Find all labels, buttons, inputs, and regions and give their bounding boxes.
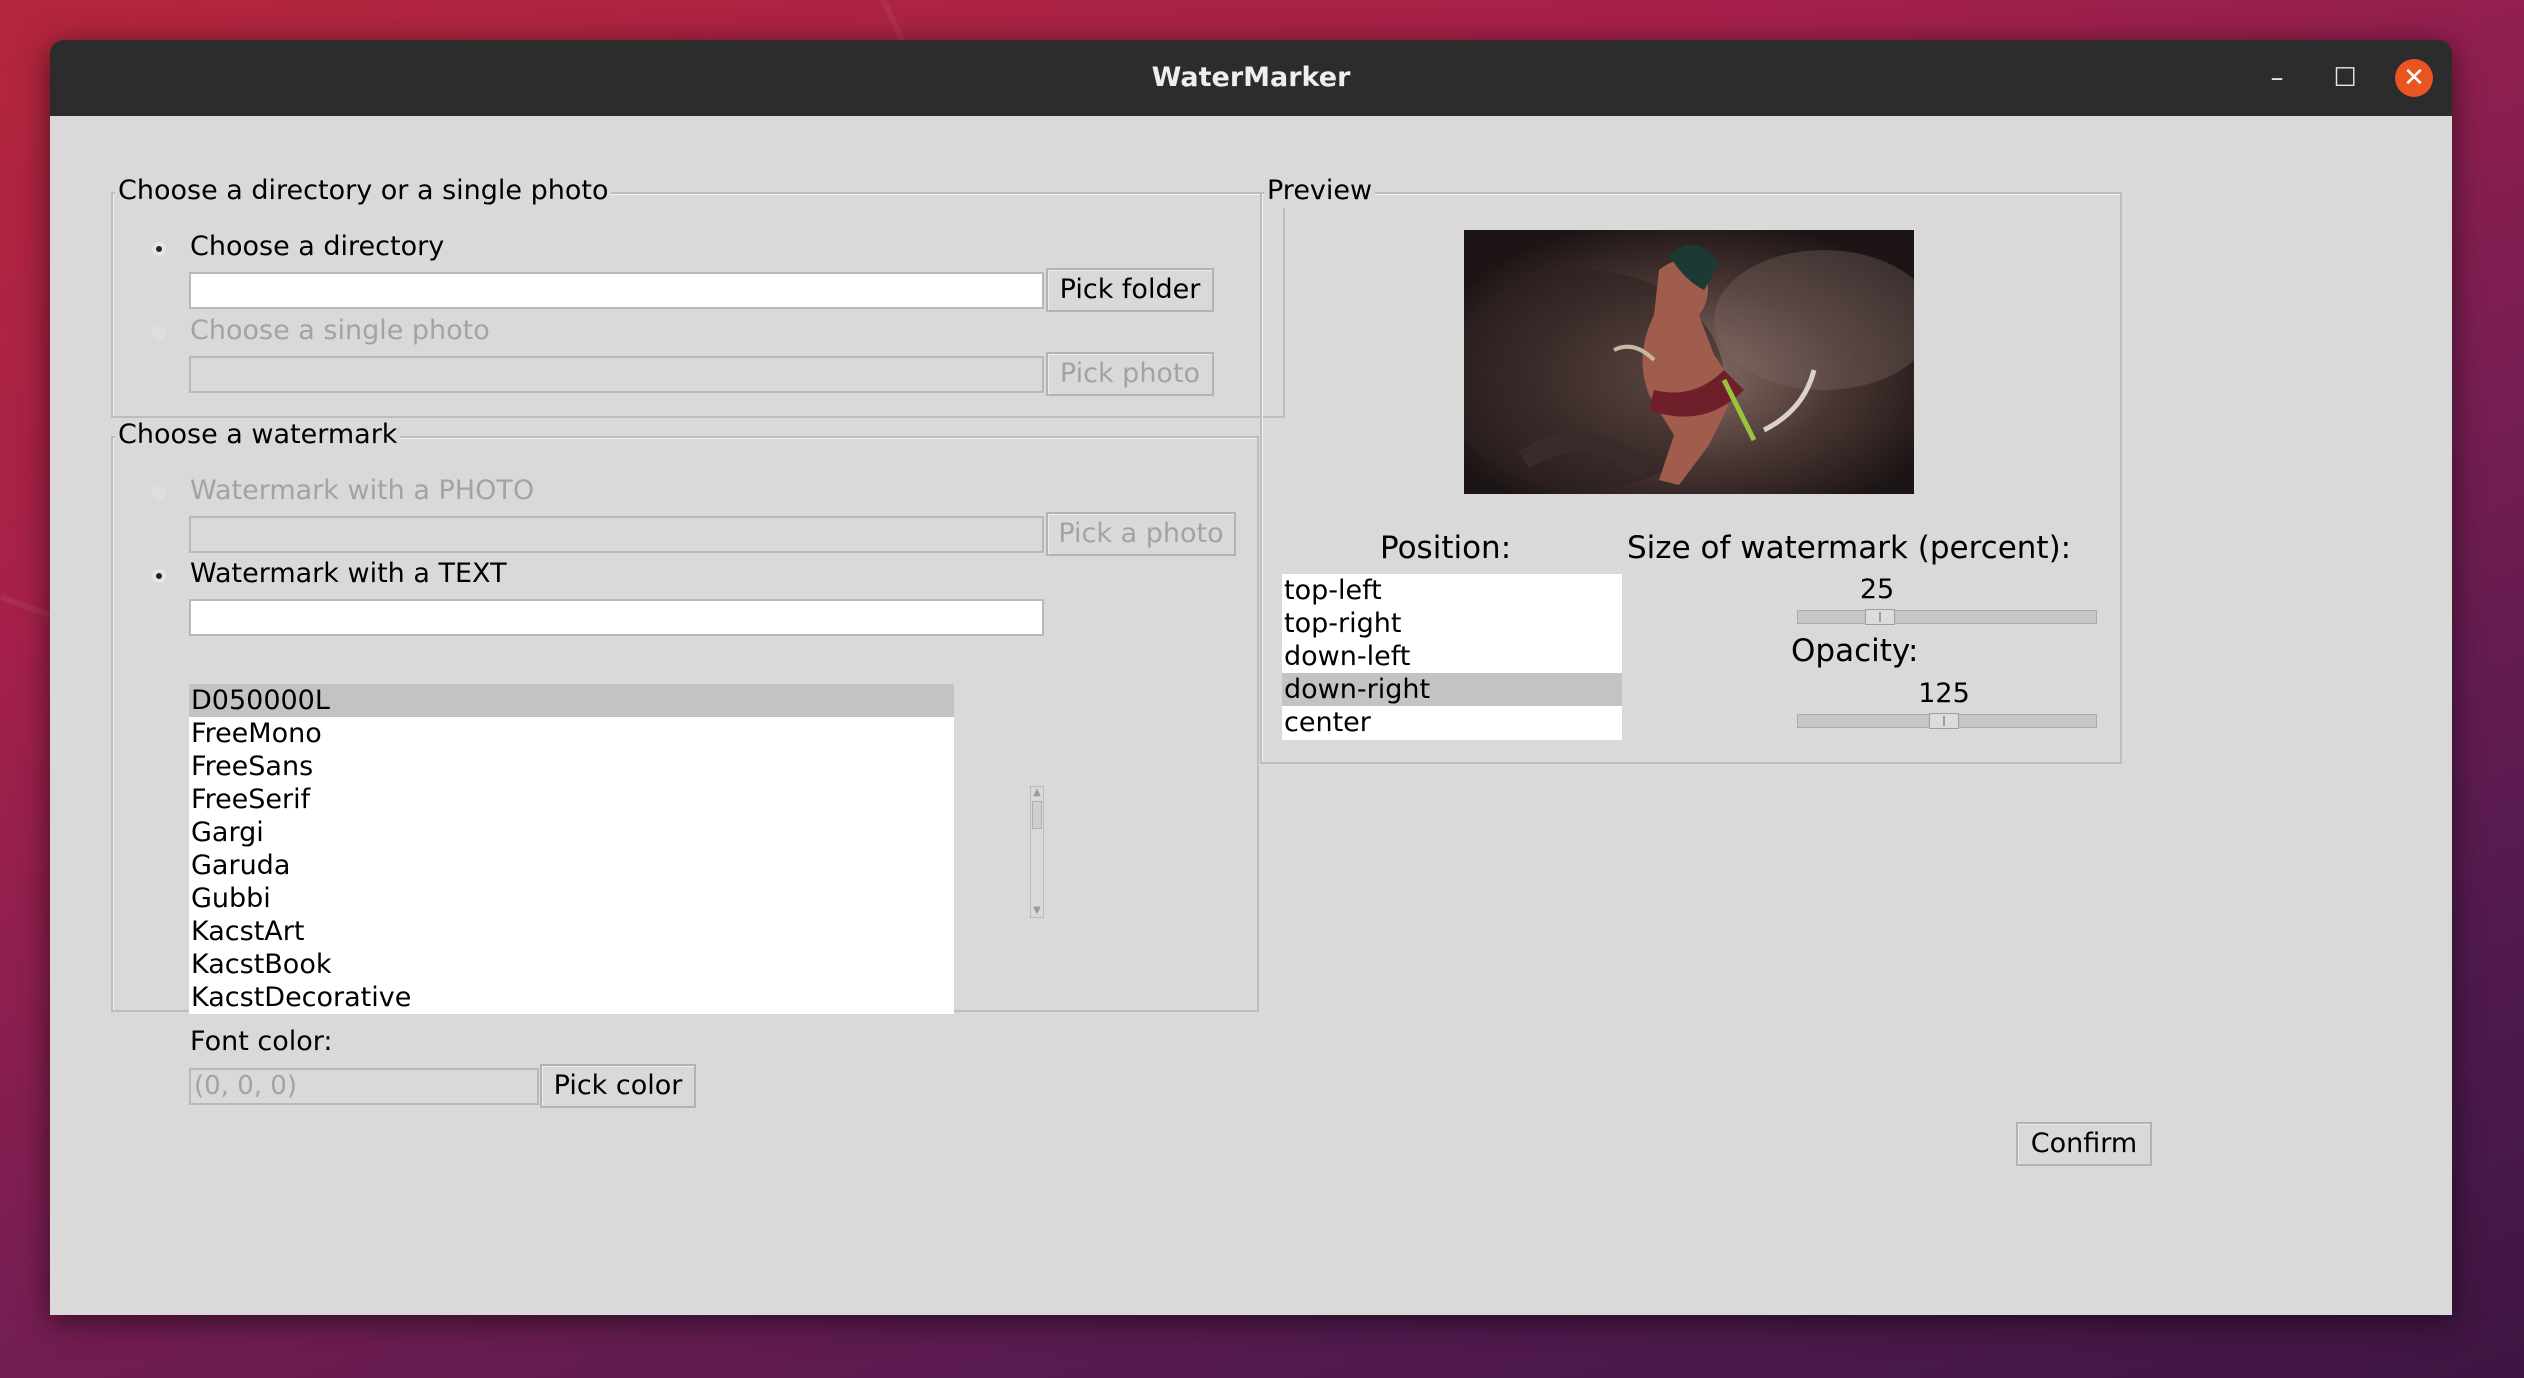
pick-folder-button[interactable]: Pick folder	[1046, 268, 1214, 312]
font-list-item[interactable]: FreeMono	[189, 717, 954, 750]
preview-frame-legend: Preview	[1264, 174, 1376, 208]
watermark-text-input[interactable]	[189, 599, 1044, 636]
window-title: WaterMarker	[1151, 62, 1351, 93]
minimize-icon[interactable]: –	[2258, 59, 2296, 97]
scroll-down-icon[interactable]: ▼	[1031, 905, 1043, 917]
font-list-item[interactable]: Gargi	[189, 816, 954, 849]
main-content: Choose a directory or a single photo Cho…	[50, 116, 2452, 1315]
pick-a-photo-button[interactable]: Pick a photo	[1046, 512, 1236, 556]
single-photo-radio[interactable]	[152, 326, 166, 340]
single-photo-radio-label[interactable]: Choose a single photo	[190, 314, 490, 348]
position-label: Position:	[1380, 530, 1512, 566]
font-list-item[interactable]: Gubbi	[189, 882, 954, 915]
font-list-item[interactable]: KacstBook	[189, 948, 954, 981]
position-listbox[interactable]: top-left top-right down-left down-right …	[1282, 574, 1622, 740]
font-color-input[interactable]: (0, 0, 0)	[189, 1068, 539, 1105]
directory-radio[interactable]	[152, 242, 166, 256]
maximize-icon[interactable]: ☐	[2326, 59, 2364, 97]
font-list-item[interactable]: KacstArt	[189, 915, 954, 948]
watermark-text-radio-label[interactable]: Watermark with a TEXT	[190, 557, 507, 591]
size-value: 25	[1859, 574, 1895, 605]
font-list-item[interactable]: Garuda	[189, 849, 954, 882]
watermark-photo-radio-label[interactable]: Watermark with a PHOTO	[190, 474, 534, 508]
opacity-scale-handle[interactable]	[1929, 713, 1959, 729]
opacity-scale[interactable]	[1797, 713, 2097, 729]
pick-photo-button[interactable]: Pick photo	[1046, 352, 1214, 396]
font-list-item[interactable]: D050000L	[189, 684, 954, 717]
app-window: WaterMarker – ☐ ✕ Choose a directory or …	[50, 40, 2452, 1315]
size-scale[interactable]	[1797, 609, 2097, 625]
watermark-photo-radio[interactable]	[152, 486, 166, 500]
position-list-item[interactable]: down-left	[1282, 640, 1622, 673]
opacity-value: 125	[1918, 678, 1970, 709]
opacity-label: Opacity:	[1791, 633, 1919, 669]
font-list-item[interactable]: KacstDecorative	[189, 981, 954, 1014]
confirm-button[interactable]: Confirm	[2016, 1122, 2152, 1166]
title-bar[interactable]: WaterMarker – ☐ ✕	[50, 40, 2452, 116]
directory-path-input[interactable]	[189, 272, 1044, 309]
source-frame-legend: Choose a directory or a single photo	[115, 174, 612, 208]
font-list-item[interactable]: FreeSerif	[189, 783, 954, 816]
font-list-item[interactable]: FreeSans	[189, 750, 954, 783]
font-listbox[interactable]: D050000L FreeMono FreeSans FreeSerif Gar…	[189, 684, 954, 1014]
font-list-scrollbar[interactable]: ▲ ▼	[1030, 786, 1044, 918]
position-list-item[interactable]: down-right	[1282, 673, 1622, 706]
size-label: Size of watermark (percent):	[1627, 530, 2072, 566]
font-color-label: Font color:	[190, 1026, 333, 1057]
pick-color-button[interactable]: Pick color	[540, 1064, 696, 1108]
scroll-up-icon[interactable]: ▲	[1031, 787, 1043, 799]
position-list-item[interactable]: center	[1282, 706, 1622, 739]
watermark-photo-path-input[interactable]	[189, 516, 1044, 553]
position-list-item[interactable]: top-right	[1282, 607, 1622, 640]
directory-radio-label[interactable]: Choose a directory	[190, 230, 444, 264]
scroll-thumb[interactable]	[1032, 801, 1042, 829]
watermark-text-radio[interactable]	[152, 569, 166, 583]
position-list-item[interactable]: top-left	[1282, 574, 1622, 607]
preview-image	[1464, 230, 1914, 494]
size-scale-handle[interactable]	[1865, 609, 1895, 625]
photo-path-input[interactable]	[189, 356, 1044, 393]
preview-artwork	[1464, 230, 1914, 494]
watermark-frame-legend: Choose a watermark	[115, 418, 401, 452]
close-icon[interactable]: ✕	[2395, 59, 2433, 97]
